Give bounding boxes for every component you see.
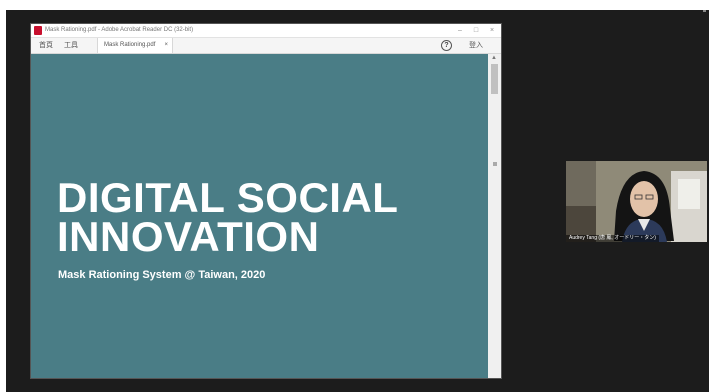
slide-title: DIGITAL SOCIAL INNOVATION	[57, 174, 477, 260]
participant-video-frame	[566, 161, 707, 242]
menu-bar: 首頁 工具 Mask Rationing.pdf × ? 登入	[31, 38, 501, 54]
maximize-button[interactable]: □	[468, 24, 484, 37]
tab-document[interactable]: Mask Rationing.pdf ×	[97, 38, 173, 53]
slide-title-line-1: DIGITAL SOCIAL	[57, 174, 399, 221]
menu-tools[interactable]: 工具	[64, 38, 78, 53]
signin-button[interactable]: 登入	[469, 38, 483, 53]
tab-close-icon[interactable]: ×	[164, 38, 168, 53]
slide-title-line-2: INNOVATION	[57, 213, 320, 260]
meeting-stage: Mask Rationing.pdf - Adobe Acrobat Reade…	[6, 10, 709, 392]
acrobat-window[interactable]: Mask Rationing.pdf - Adobe Acrobat Reade…	[31, 24, 501, 378]
acrobat-icon	[34, 26, 42, 35]
scroll-thumb[interactable]	[491, 64, 498, 94]
title-bar[interactable]: Mask Rationing.pdf - Adobe Acrobat Reade…	[31, 24, 501, 38]
vertical-scrollbar[interactable]: ▲	[488, 54, 501, 378]
participant-video[interactable]: Audrey Tang (唐 鳳, オードリー・タン)	[566, 161, 707, 242]
slide-subtitle: Mask Rationing System @ Taiwan, 2020	[58, 269, 266, 281]
window-title: Mask Rationing.pdf - Adobe Acrobat Reade…	[45, 27, 194, 33]
help-icon[interactable]: ?	[441, 40, 452, 51]
document-viewport[interactable]: DIGITAL SOCIAL INNOVATION Mask Rationing…	[31, 54, 501, 378]
slide-page: DIGITAL SOCIAL INNOVATION Mask Rationing…	[31, 54, 488, 378]
tab-label: Mask Rationing.pdf	[104, 42, 156, 48]
close-button[interactable]: ×	[484, 24, 500, 37]
corner-mark	[703, 10, 706, 12]
menu-home[interactable]: 首頁	[39, 38, 53, 53]
participant-name: Audrey Tang (唐 鳳, オードリー・タン)	[566, 235, 659, 242]
minimize-button[interactable]: –	[452, 24, 468, 37]
resize-grip[interactable]	[493, 162, 497, 166]
scroll-up-icon[interactable]: ▲	[491, 55, 497, 61]
